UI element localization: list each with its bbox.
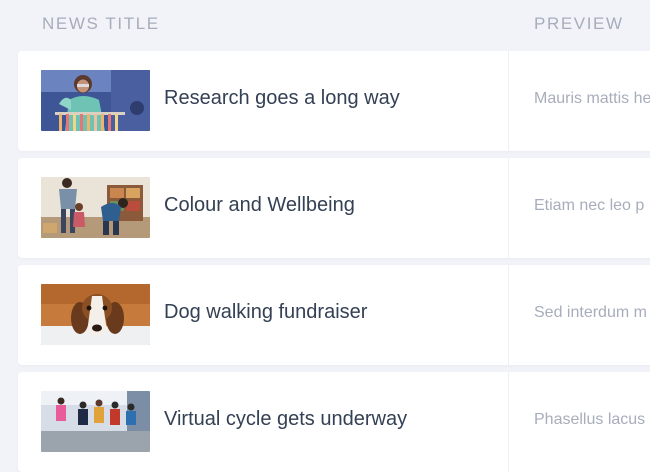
news-title: Virtual cycle gets underway xyxy=(164,408,408,430)
news-row[interactable]: Research goes a long way Mauris mattis h… xyxy=(18,51,650,151)
news-preview: Phasellus lacus xyxy=(534,411,646,428)
column-header-preview[interactable]: PREVIEW xyxy=(534,14,624,34)
news-row[interactable]: Virtual cycle gets underway Phasellus la… xyxy=(18,372,650,472)
column-divider xyxy=(508,51,509,151)
column-divider xyxy=(508,372,509,472)
cyclists-photo xyxy=(41,391,150,452)
column-divider xyxy=(508,265,509,365)
news-title: Research goes a long way xyxy=(164,87,400,109)
column-divider xyxy=(508,158,509,258)
column-header-news-title[interactable]: NEWS TITLE xyxy=(42,14,160,34)
news-row[interactable]: Dog walking fundraiser Sed interdum m xyxy=(18,265,650,365)
news-title: Dog walking fundraiser xyxy=(164,301,368,323)
playroom-photo xyxy=(41,177,150,238)
news-preview: Sed interdum m xyxy=(534,304,647,321)
beagle-photo xyxy=(41,284,150,345)
table-header: NEWS TITLE PREVIEW xyxy=(0,0,650,50)
news-preview: Etiam nec leo p xyxy=(534,197,645,214)
news-preview: Mauris mattis he xyxy=(534,90,650,107)
lab-scientist-photo xyxy=(41,70,150,131)
news-row[interactable]: Colour and Wellbeing Etiam nec leo p xyxy=(18,158,650,258)
news-title: Colour and Wellbeing xyxy=(164,194,355,216)
